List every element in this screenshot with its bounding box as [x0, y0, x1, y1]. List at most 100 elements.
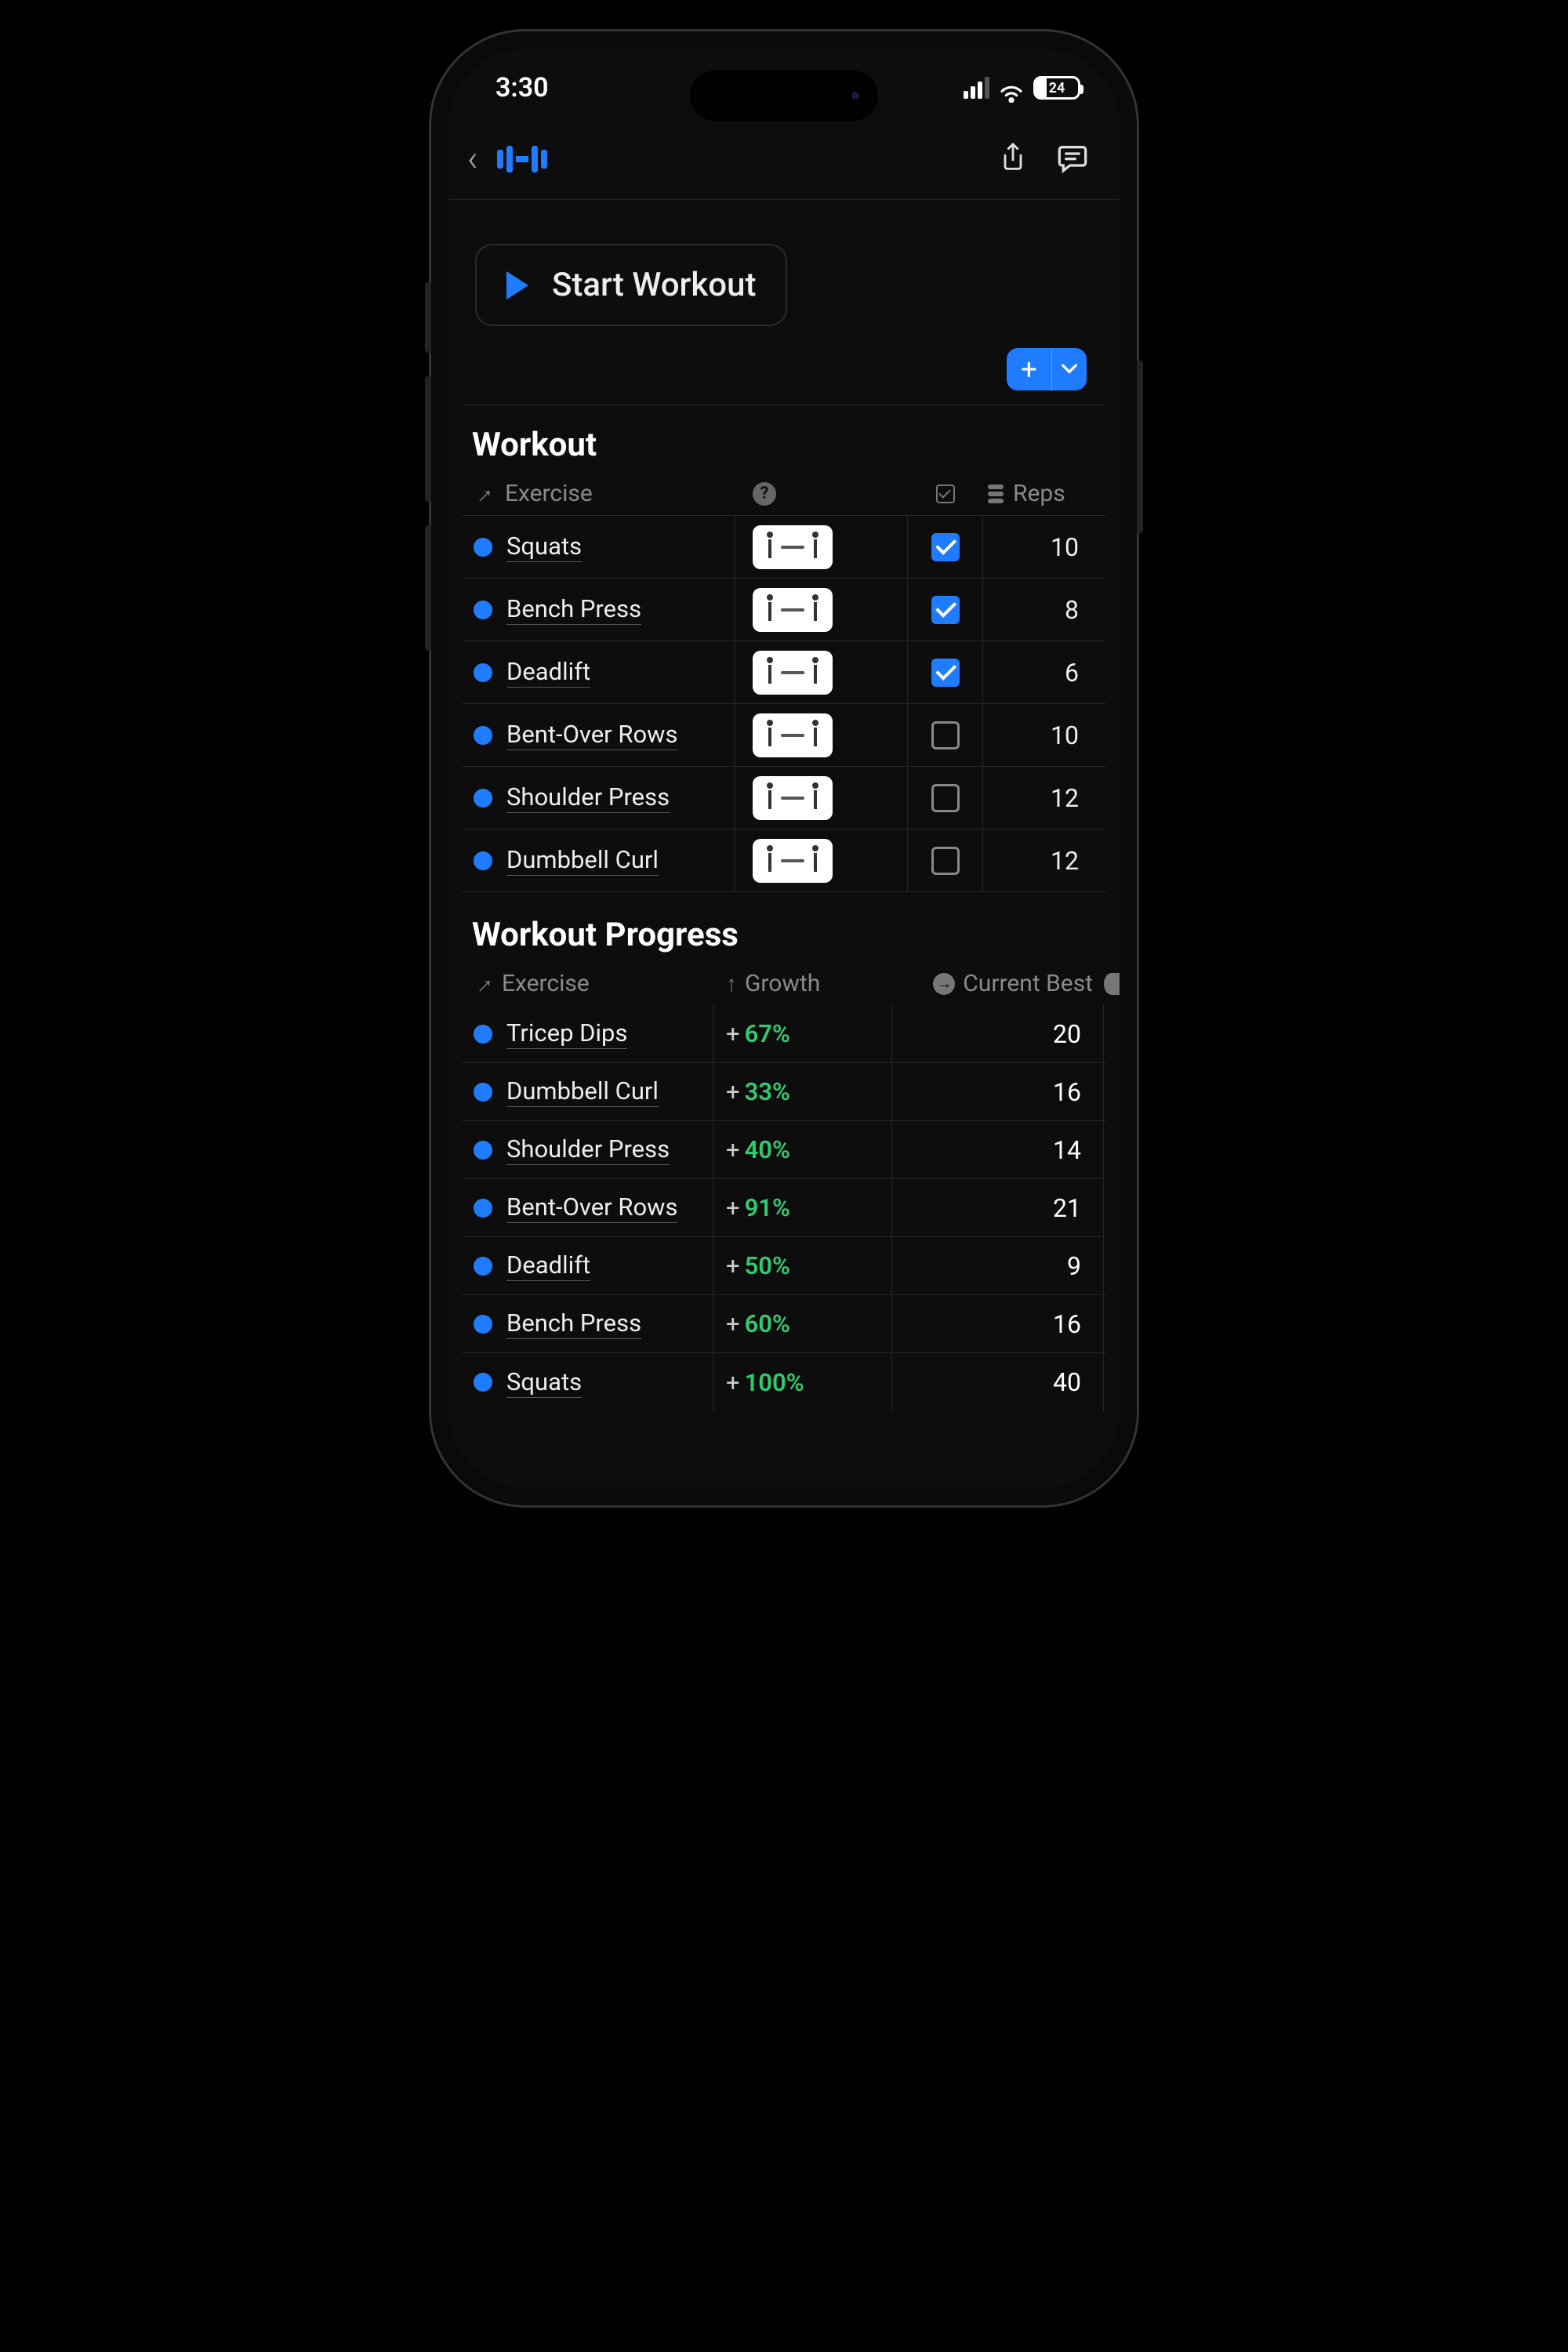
play-icon: [506, 271, 528, 299]
reps-value[interactable]: 10: [983, 516, 1105, 578]
workout-row: Deadlift 6: [463, 641, 1105, 704]
database-icon: [988, 485, 1004, 503]
bullet-icon: [474, 1315, 492, 1334]
share-icon[interactable]: [999, 142, 1027, 176]
circle-arrow-icon: →: [933, 973, 955, 995]
bullet-icon: [474, 1199, 492, 1218]
growth-value: +100%: [713, 1353, 892, 1411]
reps-value[interactable]: 12: [983, 829, 1105, 891]
exercise-thumbnail[interactable]: [753, 839, 833, 883]
exercise-name[interactable]: Deadlift: [506, 657, 590, 688]
chevron-down-icon[interactable]: [1052, 361, 1087, 377]
growth-value: +60%: [713, 1295, 892, 1352]
progress-row: Bent-Over Rows+91%21: [463, 1179, 1105, 1237]
progress-row: Squats +100%40: [463, 1353, 1105, 1411]
progress-row: Dumbbell Curl +33%16: [463, 1063, 1105, 1121]
workout-row: Bench Press 8: [463, 579, 1105, 641]
bullet-icon: [474, 663, 492, 682]
exercise-name[interactable]: Shoulder Press: [506, 782, 670, 813]
bullet-icon: [474, 1083, 492, 1102]
done-checkbox[interactable]: [931, 721, 960, 750]
progress-row: Shoulder Press +40%14: [463, 1121, 1105, 1179]
reps-header[interactable]: Reps: [1013, 480, 1065, 507]
growth-value: +67%: [713, 1005, 892, 1062]
done-checkbox[interactable]: [931, 596, 960, 624]
progress-row: Tricep Dips +67%20: [463, 1005, 1105, 1063]
growth-value: +50%: [713, 1237, 892, 1294]
reps-value[interactable]: 6: [983, 641, 1105, 703]
bullet-icon: [474, 1257, 492, 1276]
exercise-name[interactable]: Bench Press: [506, 594, 641, 625]
reps-value[interactable]: 10: [983, 704, 1105, 766]
current-best-value: 21: [892, 1179, 1104, 1236]
expand-icon: →: [464, 966, 500, 1002]
current-best-value: 40: [892, 1353, 1104, 1411]
bullet-icon: [474, 726, 492, 745]
exercise-header[interactable]: Exercise: [505, 480, 593, 507]
exercise-name[interactable]: Dumbbell Curl: [506, 845, 659, 876]
current-best-header[interactable]: Current Best: [963, 970, 1093, 997]
start-workout-label: Start Workout: [552, 266, 756, 304]
exercise-name[interactable]: Tricep Dips: [506, 1018, 627, 1049]
growth-value: +40%: [713, 1121, 892, 1178]
progress-table-header: → Exercise ↑ Growth → Current Best: [463, 962, 1105, 1005]
exercise-name[interactable]: Bench Press: [506, 1308, 641, 1339]
reps-value[interactable]: 12: [983, 767, 1105, 829]
bullet-icon: [474, 851, 492, 870]
current-best-value: 14: [892, 1121, 1104, 1178]
bullet-icon: [474, 1141, 492, 1160]
progress-exercise-header[interactable]: Exercise: [502, 970, 590, 997]
workout-table-header: → Exercise ? Reps: [463, 472, 1105, 516]
navigation-bar: ‹: [448, 127, 1120, 200]
reps-value[interactable]: 8: [983, 579, 1105, 641]
done-checkbox[interactable]: [931, 847, 960, 875]
exercise-name[interactable]: Dumbbell Curl: [506, 1076, 659, 1107]
bullet-icon: [474, 1025, 492, 1044]
exercise-name[interactable]: Squats: [506, 1367, 582, 1398]
bullet-icon: [474, 1373, 492, 1392]
current-best-value: 16: [892, 1295, 1104, 1352]
workout-row: Squats 10: [463, 516, 1105, 579]
progress-section-title: Workout Progress: [472, 916, 1105, 954]
done-checkbox[interactable]: [931, 533, 960, 561]
done-checkbox[interactable]: [931, 784, 960, 812]
partial-column-icon: [1104, 973, 1120, 995]
current-best-value: 16: [892, 1063, 1104, 1120]
bullet-icon: [474, 601, 492, 619]
dynamic-island: [690, 71, 878, 121]
back-button[interactable]: ‹: [467, 138, 478, 180]
plus-icon: +: [1007, 348, 1052, 390]
start-workout-button[interactable]: Start Workout: [475, 244, 787, 326]
exercise-thumbnail[interactable]: [753, 588, 833, 632]
growth-header[interactable]: Growth: [745, 970, 820, 997]
workout-section-title: Workout: [472, 426, 1105, 464]
progress-row: Bench Press +60%16: [463, 1295, 1105, 1353]
growth-value: +33%: [713, 1063, 892, 1120]
done-checkbox[interactable]: [931, 659, 960, 687]
exercise-thumbnail[interactable]: [753, 713, 833, 757]
checkbox-header-icon[interactable]: [936, 485, 955, 503]
add-button[interactable]: +: [1007, 348, 1087, 390]
bullet-icon: [474, 538, 492, 557]
app-logo-icon[interactable]: [497, 146, 547, 172]
workout-row: Bent-Over Rows 10: [463, 704, 1105, 767]
exercise-thumbnail[interactable]: [753, 651, 833, 695]
exercise-name[interactable]: Bent-Over Rows: [506, 720, 677, 750]
exercise-name[interactable]: Squats: [506, 532, 582, 562]
workout-row: Dumbbell Curl 12: [463, 829, 1105, 892]
wifi-icon: [999, 78, 1024, 97]
comment-icon[interactable]: [1057, 142, 1088, 176]
status-time: 3:30: [495, 72, 549, 103]
exercise-thumbnail[interactable]: [753, 776, 833, 820]
progress-row: Deadlift +50%9: [463, 1237, 1105, 1295]
exercise-thumbnail[interactable]: [753, 525, 833, 569]
exercise-name[interactable]: Deadlift: [506, 1250, 590, 1281]
cellular-signal-icon: [964, 77, 989, 99]
exercise-name[interactable]: Shoulder Press: [506, 1134, 670, 1165]
expand-icon: →: [464, 476, 500, 512]
help-icon[interactable]: ?: [753, 482, 776, 506]
exercise-name[interactable]: Bent-Over Rows: [506, 1192, 677, 1223]
current-best-value: 20: [892, 1005, 1104, 1062]
current-best-value: 9: [892, 1237, 1104, 1294]
arrow-up-icon: ↑: [726, 971, 737, 996]
